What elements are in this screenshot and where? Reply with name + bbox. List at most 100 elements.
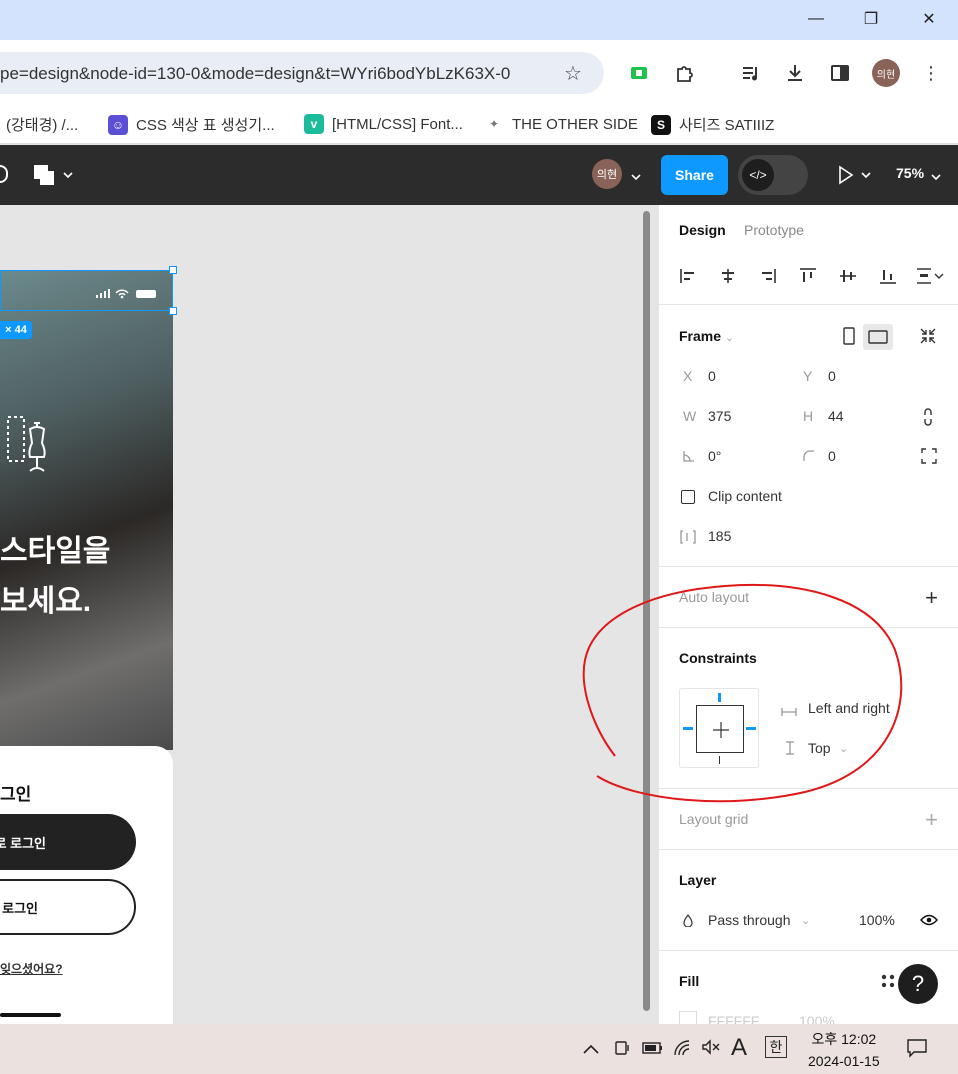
layout-grid-title: Layout grid bbox=[679, 811, 749, 827]
vertical-constraint-dropdown[interactable]: Top bbox=[808, 740, 831, 756]
browser-titlebar: — ❐ ✕ bbox=[0, 0, 958, 40]
download-icon[interactable] bbox=[782, 60, 808, 86]
login-card: 그인 로 로그인 로그인 잊으셨어요? bbox=[0, 746, 173, 1025]
styles-grid-icon[interactable] bbox=[881, 974, 895, 993]
collaborator-avatar[interactable]: 의현 bbox=[592, 159, 622, 189]
taskbar-clock[interactable]: 오후 12:02 2024-01-15 bbox=[808, 1028, 880, 1072]
secondary-login-button[interactable]: 로그인 bbox=[0, 879, 136, 935]
bookmark-favicon-icon: v bbox=[304, 114, 324, 134]
minimize-button[interactable]: — bbox=[793, 4, 839, 34]
chevron-down-icon[interactable] bbox=[630, 169, 642, 187]
bookmark-item[interactable]: S 사티즈 SATIIIZ bbox=[651, 114, 774, 135]
hero-headline: 스타일을 보세요. bbox=[0, 535, 111, 618]
resize-to-fit-icon[interactable] bbox=[919, 327, 937, 350]
bookmark-item[interactable]: v [HTML/CSS] Font... bbox=[304, 114, 463, 134]
align-right-icon[interactable] bbox=[757, 265, 779, 287]
divider bbox=[659, 304, 958, 305]
selected-status-bar-frame[interactable] bbox=[0, 270, 173, 311]
spacing-input[interactable]: 185 bbox=[708, 528, 731, 544]
independent-corners-icon[interactable] bbox=[921, 448, 937, 469]
ime-mode-label[interactable]: A bbox=[731, 1034, 747, 1062]
horizontal-constraint-dropdown[interactable]: Left and right bbox=[808, 700, 890, 716]
design-panel: Design Prototype Frame ⌄ X 0 Y 0 W 375 H… bbox=[658, 205, 958, 1029]
corner-radius-input[interactable]: 0 bbox=[828, 448, 836, 464]
clip-content-checkbox[interactable] bbox=[681, 490, 695, 504]
share-button[interactable]: Share bbox=[661, 155, 728, 195]
bookmark-favicon-icon: ✦ bbox=[484, 114, 504, 134]
dimension-badge: × 44 bbox=[0, 321, 32, 339]
constraint-right-bar[interactable] bbox=[746, 727, 756, 730]
y-input[interactable]: 0 bbox=[828, 368, 836, 384]
resize-handle[interactable] bbox=[169, 307, 177, 315]
blend-mode-icon bbox=[683, 914, 693, 932]
close-button[interactable]: ✕ bbox=[906, 4, 952, 34]
mobile-frame-hero-image bbox=[0, 270, 173, 750]
corner-radius-icon bbox=[803, 449, 815, 467]
present-play-icon[interactable] bbox=[838, 165, 874, 190]
layer-opacity-input[interactable]: 100% bbox=[859, 912, 895, 928]
align-center-h-icon[interactable] bbox=[717, 265, 739, 287]
show-hidden-icons-chevron-icon[interactable] bbox=[582, 1039, 600, 1060]
tab-design[interactable]: Design bbox=[679, 222, 726, 238]
divider bbox=[659, 849, 958, 850]
restore-icon: ❐ bbox=[863, 11, 879, 28]
primary-login-button[interactable]: 로 로그인 bbox=[0, 814, 136, 870]
constraint-top-bar[interactable] bbox=[718, 693, 721, 702]
bookmark-item[interactable]: (강태경) /... bbox=[6, 114, 78, 135]
constraint-left-bar[interactable] bbox=[683, 727, 693, 730]
h-label: H bbox=[803, 408, 814, 424]
constraint-bottom-bar[interactable] bbox=[719, 756, 720, 764]
profile-avatar[interactable]: 의현 bbox=[872, 59, 900, 87]
notification-icon[interactable] bbox=[906, 1038, 928, 1063]
bookmark-favicon-icon: ☺ bbox=[108, 114, 128, 135]
h-input[interactable]: 44 bbox=[828, 408, 844, 424]
horizontal-constraint-icon bbox=[781, 704, 797, 722]
media-icon[interactable] bbox=[738, 60, 764, 86]
bookmark-item[interactable]: ✦ THE OTHER SIDE bbox=[484, 114, 638, 134]
korean-input-label[interactable]: 한 bbox=[765, 1036, 787, 1058]
y-label: Y bbox=[803, 368, 813, 384]
add-layout-grid-icon[interactable]: + bbox=[925, 809, 938, 831]
extension-green-icon[interactable] bbox=[626, 60, 652, 86]
align-bottom-icon[interactable] bbox=[877, 265, 899, 287]
bookmark-item[interactable]: ☺ CSS 색상 표 생성기... bbox=[108, 114, 275, 135]
design-canvas[interactable]: × 44 스타일을 보세요. 그인 로 로그인 로그인 잊으셨어요? bbox=[0, 205, 658, 1025]
spacing-icon bbox=[679, 530, 697, 549]
browser-menu-icon[interactable]: ⋮ bbox=[918, 60, 944, 86]
battery-icon[interactable] bbox=[642, 1039, 664, 1060]
rotation-input[interactable]: 0° bbox=[708, 448, 721, 464]
align-center-v-icon[interactable] bbox=[837, 265, 859, 287]
landscape-orientation-button[interactable] bbox=[863, 324, 893, 350]
align-top-icon[interactable] bbox=[797, 265, 819, 287]
portrait-orientation-icon[interactable] bbox=[843, 327, 855, 350]
sidepanel-icon[interactable] bbox=[827, 60, 853, 86]
add-auto-layout-icon[interactable]: + bbox=[925, 587, 938, 609]
distribute-icon[interactable] bbox=[915, 265, 945, 287]
volume-muted-icon[interactable] bbox=[701, 1039, 721, 1060]
wifi-icon[interactable] bbox=[673, 1039, 693, 1062]
restore-button[interactable]: ❐ bbox=[848, 4, 894, 34]
canvas-scrollbar[interactable] bbox=[643, 211, 650, 1011]
tab-prototype[interactable]: Prototype bbox=[744, 222, 804, 238]
x-input[interactable]: 0 bbox=[708, 368, 716, 384]
shapes-tool-icon[interactable] bbox=[34, 163, 74, 192]
minimize-icon: — bbox=[808, 10, 824, 27]
main-menu-icon[interactable] bbox=[0, 165, 8, 183]
bookmark-star-icon[interactable]: ☆ bbox=[564, 61, 582, 86]
align-left-icon[interactable] bbox=[677, 265, 699, 287]
constraints-widget[interactable] bbox=[679, 688, 759, 768]
help-button[interactable]: ? bbox=[898, 964, 938, 1004]
address-bar[interactable]: pe=design&node-id=130-0&mode=design&t=WY… bbox=[0, 52, 604, 94]
resize-handle[interactable] bbox=[169, 266, 177, 274]
frame-type-dropdown[interactable]: Frame ⌄ bbox=[679, 328, 734, 344]
dev-mode-toggle[interactable]: </> bbox=[738, 155, 808, 195]
eye-icon[interactable] bbox=[920, 913, 938, 931]
w-input[interactable]: 375 bbox=[708, 408, 731, 424]
device-icon[interactable] bbox=[613, 1039, 631, 1062]
zoom-chevron-icon[interactable] bbox=[930, 169, 942, 187]
puzzle-icon[interactable] bbox=[671, 60, 697, 86]
constrain-proportions-icon[interactable] bbox=[922, 407, 934, 432]
zoom-level[interactable]: 75% bbox=[896, 165, 924, 181]
forgot-link[interactable]: 잊으셨어요? bbox=[0, 960, 63, 977]
blend-mode-dropdown[interactable]: Pass through bbox=[708, 912, 791, 928]
